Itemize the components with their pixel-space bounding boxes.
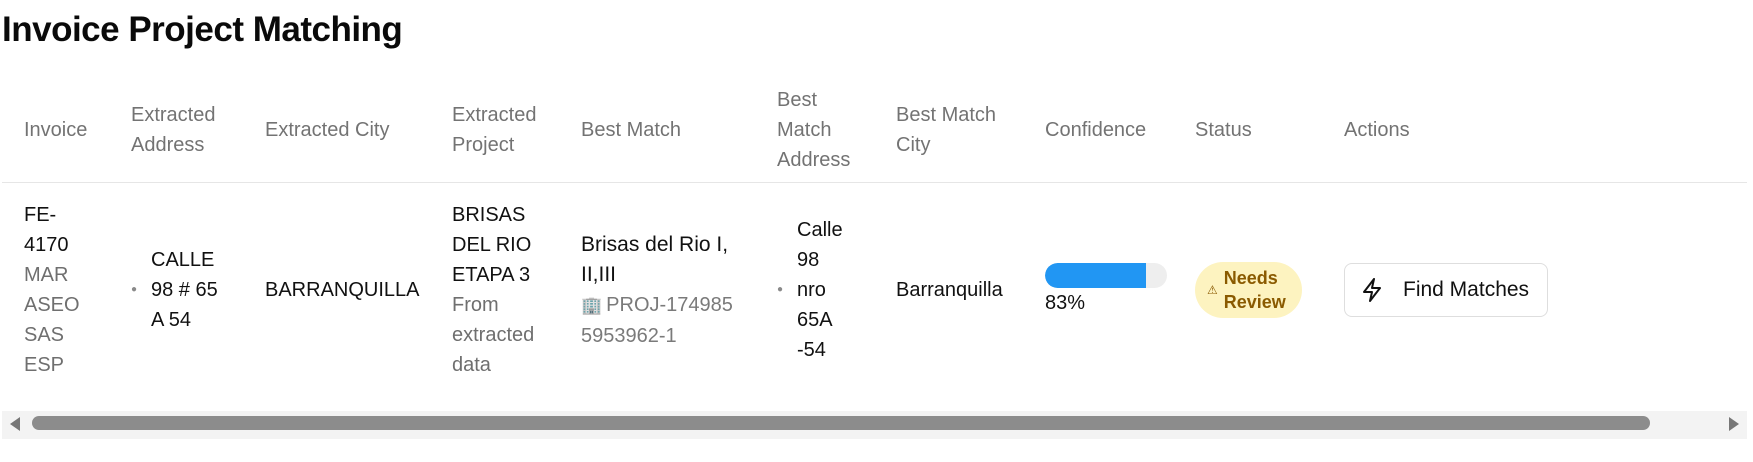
table-header-row: Invoice Extracted Address Extracted City… xyxy=(2,78,1747,183)
confidence-value: 83% xyxy=(1045,291,1086,314)
cell-extracted-project: BRISAS DEL RIO ETAPA 3 From extracted da… xyxy=(430,183,559,398)
confidence-bar xyxy=(1045,262,1167,288)
header-extracted-city: Extracted City xyxy=(243,78,430,183)
cell-extracted-address: ● CALLE 98 # 65 A 54 xyxy=(109,183,243,398)
cell-best-match-city: Barranquilla xyxy=(896,279,1003,301)
find-matches-button[interactable]: Find Matches xyxy=(1344,263,1549,317)
header-best-match: Best Match xyxy=(559,78,755,183)
map-pin-icon: ● xyxy=(777,284,784,295)
find-matches-label: Find Matches xyxy=(1403,278,1530,301)
scrollbar-thumb[interactable] xyxy=(32,416,1650,430)
header-extracted-address: Extracted Address xyxy=(109,78,243,183)
header-status: Status xyxy=(1173,78,1322,183)
lightning-icon xyxy=(1363,278,1381,302)
status-badge: ⚠ Needs Review xyxy=(1195,262,1302,318)
confidence-bar-fill xyxy=(1045,262,1147,288)
extracted-project: BRISAS DEL RIO ETAPA 3 xyxy=(452,204,532,286)
matching-table-container: Invoice Extracted Address Extracted City… xyxy=(2,78,1747,408)
page-title: Invoice Project Matching xyxy=(2,10,403,49)
best-match-id: PROJ-1749855953962-1 xyxy=(581,293,733,347)
header-actions: Actions xyxy=(1322,78,1747,183)
best-match-name: Brisas del Rio I, II,III xyxy=(581,232,729,286)
cell-best-match: Brisas del Rio I, II,III 🏢 PROJ-174985595… xyxy=(559,183,755,398)
map-pin-icon: ● xyxy=(131,284,138,295)
header-invoice: Invoice xyxy=(2,78,109,183)
cell-actions: Find Matches xyxy=(1322,183,1747,398)
building-icon: 🏢 xyxy=(581,295,603,315)
best-match-id-line: 🏢 PROJ-1749855953962-1 xyxy=(581,290,733,351)
scroll-left-icon[interactable] xyxy=(10,417,20,431)
cell-confidence: 83% xyxy=(1023,183,1173,398)
horizontal-scrollbar[interactable] xyxy=(2,411,1747,439)
matching-table: Invoice Extracted Address Extracted City… xyxy=(2,78,1747,397)
invoice-id: FE-4170 xyxy=(24,204,69,256)
scroll-right-icon[interactable] xyxy=(1729,417,1739,431)
cell-status: ⚠ Needs Review xyxy=(1173,183,1322,398)
cell-extracted-city: BARRANQUILLA xyxy=(265,279,420,301)
extracted-project-note: From extracted data xyxy=(452,294,535,376)
warning-triangle-icon: ⚠ xyxy=(1207,283,1218,297)
extracted-address: CALLE 98 # 65 A 54 xyxy=(151,249,218,331)
header-extracted-project: Extracted Project xyxy=(430,78,559,183)
table-row: FE-4170 MAR ASEO SAS ESP ● CALLE 98 # 65… xyxy=(2,183,1747,398)
best-match-address: Calle 98 nro 65A -54 xyxy=(797,219,843,361)
status-label: Needs Review xyxy=(1223,268,1286,312)
invoice-vendor: MAR ASEO SAS ESP xyxy=(24,264,80,376)
cell-best-match-address: ● Calle 98 nro 65A -54 xyxy=(755,183,874,398)
header-confidence: Confidence xyxy=(1023,78,1173,183)
header-best-match-address: Best Match Address xyxy=(755,78,874,183)
cell-invoice: FE-4170 MAR ASEO SAS ESP xyxy=(2,183,109,398)
header-best-match-city: Best Match City xyxy=(874,78,1023,183)
